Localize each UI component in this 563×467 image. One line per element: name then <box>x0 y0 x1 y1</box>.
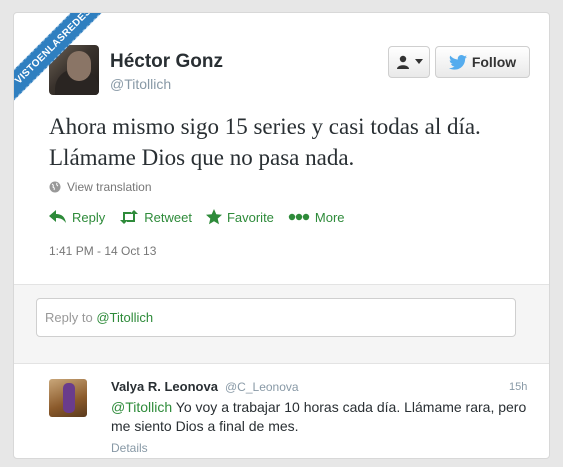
reply-input[interactable]: Reply to @Titollich <box>36 298 516 337</box>
reply-time[interactable]: 15h <box>509 381 527 393</box>
globe-icon <box>49 181 61 193</box>
reply-author-handle[interactable]: @C_Leonova <box>225 380 299 394</box>
watermark-ribbon: VISTOENLASREDES <box>14 13 124 123</box>
view-translation-link[interactable]: View translation <box>49 180 152 194</box>
reply-icon <box>49 210 66 223</box>
more-dots-icon <box>288 213 310 221</box>
reply-label: Reply <box>72 209 106 225</box>
tweet-card: VISTOENLASREDES Héctor Gonz @Titollich F… <box>13 12 550 459</box>
more-label: More <box>314 209 345 225</box>
retweet-icon <box>120 210 139 224</box>
tweet-timestamp[interactable]: 1:41 PM - 14 Oct 13 <box>49 244 156 258</box>
favorite-label: Favorite <box>226 209 274 225</box>
more-action[interactable]: More <box>288 210 345 225</box>
retweet-label: Retweet <box>144 209 192 225</box>
reply-prefix: Reply to <box>45 310 97 325</box>
author-name[interactable]: Héctor Gonz <box>110 51 223 73</box>
twitter-bird-icon <box>448 54 467 70</box>
favorite-action[interactable]: Favorite <box>205 209 274 225</box>
follow-button[interactable]: Follow <box>435 46 530 78</box>
reply-text: @Titollich Yo voy a trabajar 10 horas ca… <box>111 398 531 436</box>
follow-label: Follow <box>471 54 517 70</box>
details-link[interactable]: Details <box>111 441 148 455</box>
reply-mention: @Titollich <box>96 310 154 325</box>
chevron-down-icon <box>414 59 423 64</box>
retweet-action[interactable]: Retweet <box>119 210 192 225</box>
reply-action[interactable]: Reply <box>49 210 105 225</box>
star-icon <box>205 209 222 225</box>
reply-text-body: Yo voy a trabajar 10 horas cada día. Llá… <box>111 399 527 434</box>
reply-text-mention[interactable]: @Titollich <box>111 399 172 415</box>
user-icon <box>396 55 409 69</box>
view-translation-label: View translation <box>67 180 152 194</box>
reply-author-avatar[interactable] <box>49 379 87 417</box>
watermark-text: VISTOENLASREDES <box>14 13 121 114</box>
tweet-actions: Reply Retweet Favorite More <box>49 209 359 225</box>
reply-author-name[interactable]: Valya R. Leonova <box>111 379 218 394</box>
user-actions-button[interactable] <box>388 46 430 78</box>
